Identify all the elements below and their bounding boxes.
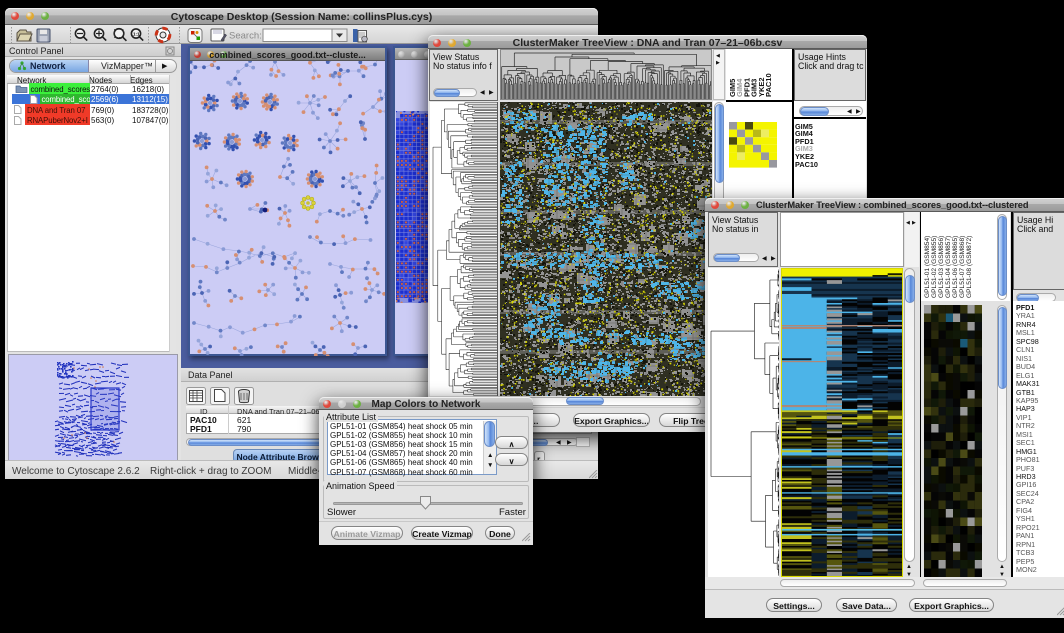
svg-text:GPL51-06 (GSM865): GPL51-06 (GSM865): [952, 236, 959, 298]
svg-text:GPL51-01 (GSM854): GPL51-01 (GSM854): [924, 236, 931, 298]
svg-text:GPL51-03 (GSM856): GPL51-03 (GSM856): [938, 236, 945, 298]
svg-text:Search:: Search:: [229, 31, 262, 42]
svg-text:GPL51-07 (GSM868): GPL51-07 (GSM868): [959, 236, 966, 298]
svg-text:GPL51-02 (GSM855): GPL51-02 (GSM855): [931, 236, 938, 298]
svg-text:GPL51-04 (GSM857): GPL51-04 (GSM857): [945, 236, 952, 298]
svg-text:1:1: 1:1: [133, 32, 140, 37]
svg-text:PAC10: PAC10: [764, 73, 773, 97]
svg-text:GPL51-08 (GSM872): GPL51-08 (GSM872): [966, 236, 973, 298]
